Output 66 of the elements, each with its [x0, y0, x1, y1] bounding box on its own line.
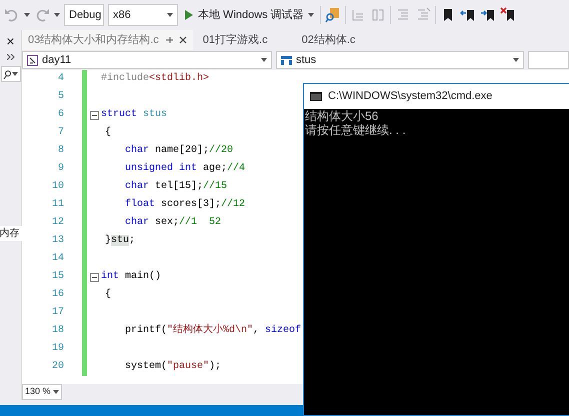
line-number: 8	[56, 144, 65, 158]
tree-item[interactable]: 内存	[0, 226, 22, 241]
code-line: float scores[3];//12	[124, 198, 246, 212]
scope-dropdown[interactable]: stus	[276, 51, 524, 69]
code-line: int main()	[101, 270, 162, 284]
caret-icon[interactable]	[308, 13, 314, 17]
dropdown[interactable]: x86	[108, 4, 178, 26]
bookmark-next-icon[interactable]	[480, 7, 496, 23]
caret-icon[interactable]	[53, 390, 59, 394]
collapse-icon[interactable]	[90, 272, 98, 282]
caret-icon[interactable]	[513, 58, 519, 62]
search-field[interactable]	[0, 66, 20, 82]
code-line: {	[104, 288, 112, 302]
line-number: 12	[50, 216, 65, 230]
line-number: 19	[50, 342, 65, 356]
line-number: 11	[50, 198, 65, 212]
line-number: 20	[50, 360, 65, 374]
bookmark-clear-icon[interactable]	[500, 7, 516, 23]
overflow-icon[interactable]	[6, 54, 14, 60]
close-button[interactable]: ×	[6, 34, 15, 48]
line-number: 10	[50, 180, 65, 194]
code-line: }stu;	[104, 234, 136, 248]
project-icon[interactable]	[27, 54, 38, 66]
line-number: 16	[50, 288, 65, 302]
find-icon[interactable]	[324, 7, 341, 23]
caret-icon[interactable]	[167, 13, 173, 17]
line-number: 14	[50, 252, 65, 266]
console-output: 结构体大小56	[304, 109, 380, 123]
caret-icon[interactable]	[12, 72, 18, 76]
play-icon[interactable]	[184, 9, 194, 21]
caret-icon[interactable]	[54, 13, 60, 17]
code-line: {	[104, 126, 112, 140]
code-line: printf("结构体大小%d\n", sizeof	[124, 322, 302, 338]
line-number: 15	[50, 270, 65, 284]
line-number: 5	[56, 90, 65, 104]
caret-icon[interactable]	[24, 13, 30, 17]
line-number: 6	[56, 108, 65, 122]
code-line: char tel[15];//15	[124, 180, 228, 194]
line-number: 4	[56, 72, 65, 86]
line-number: 9	[56, 162, 65, 176]
collapse-icon[interactable]	[90, 110, 98, 120]
project-dropdown[interactable]: day11	[22, 51, 272, 69]
run-button[interactable]: 本地 Windows 调试器	[182, 6, 316, 24]
search-icon[interactable]	[2, 70, 10, 78]
code-line: struct stus	[101, 108, 168, 122]
window-title: C:\WINDOWS\system32\cmd.exe	[328, 89, 492, 104]
line-number: 7	[56, 126, 65, 140]
bookmark-prev-icon[interactable]	[460, 7, 476, 23]
code-line: char name[20];//20	[124, 144, 234, 158]
pin-icon[interactable]	[164, 36, 173, 44]
struct-icon[interactable]	[281, 56, 292, 64]
code-line: char sex;//1 52	[124, 216, 222, 230]
code-line: system("pause");	[124, 360, 222, 374]
code-line: #include<stdlib.h>	[101, 72, 210, 86]
file-tab[interactable]: 02结构体.c	[296, 30, 362, 50]
line-number: 18	[50, 324, 65, 338]
zoom-dropdown[interactable]: 130 %	[22, 384, 62, 400]
line-number: 17	[50, 306, 65, 320]
caret-icon[interactable]	[261, 58, 267, 62]
file-tab[interactable]: 01打字游戏.c	[196, 30, 274, 50]
console-output: 请按任意键继续. . .	[304, 123, 407, 137]
code-line: unsigned int age;//4	[124, 162, 246, 176]
line-number: 13	[50, 234, 65, 248]
dropdown[interactable]: Debug	[64, 4, 104, 26]
file-tab[interactable]: 03结构体大小和内存结构.c	[22, 30, 193, 50]
close-icon[interactable]	[178, 36, 187, 44]
